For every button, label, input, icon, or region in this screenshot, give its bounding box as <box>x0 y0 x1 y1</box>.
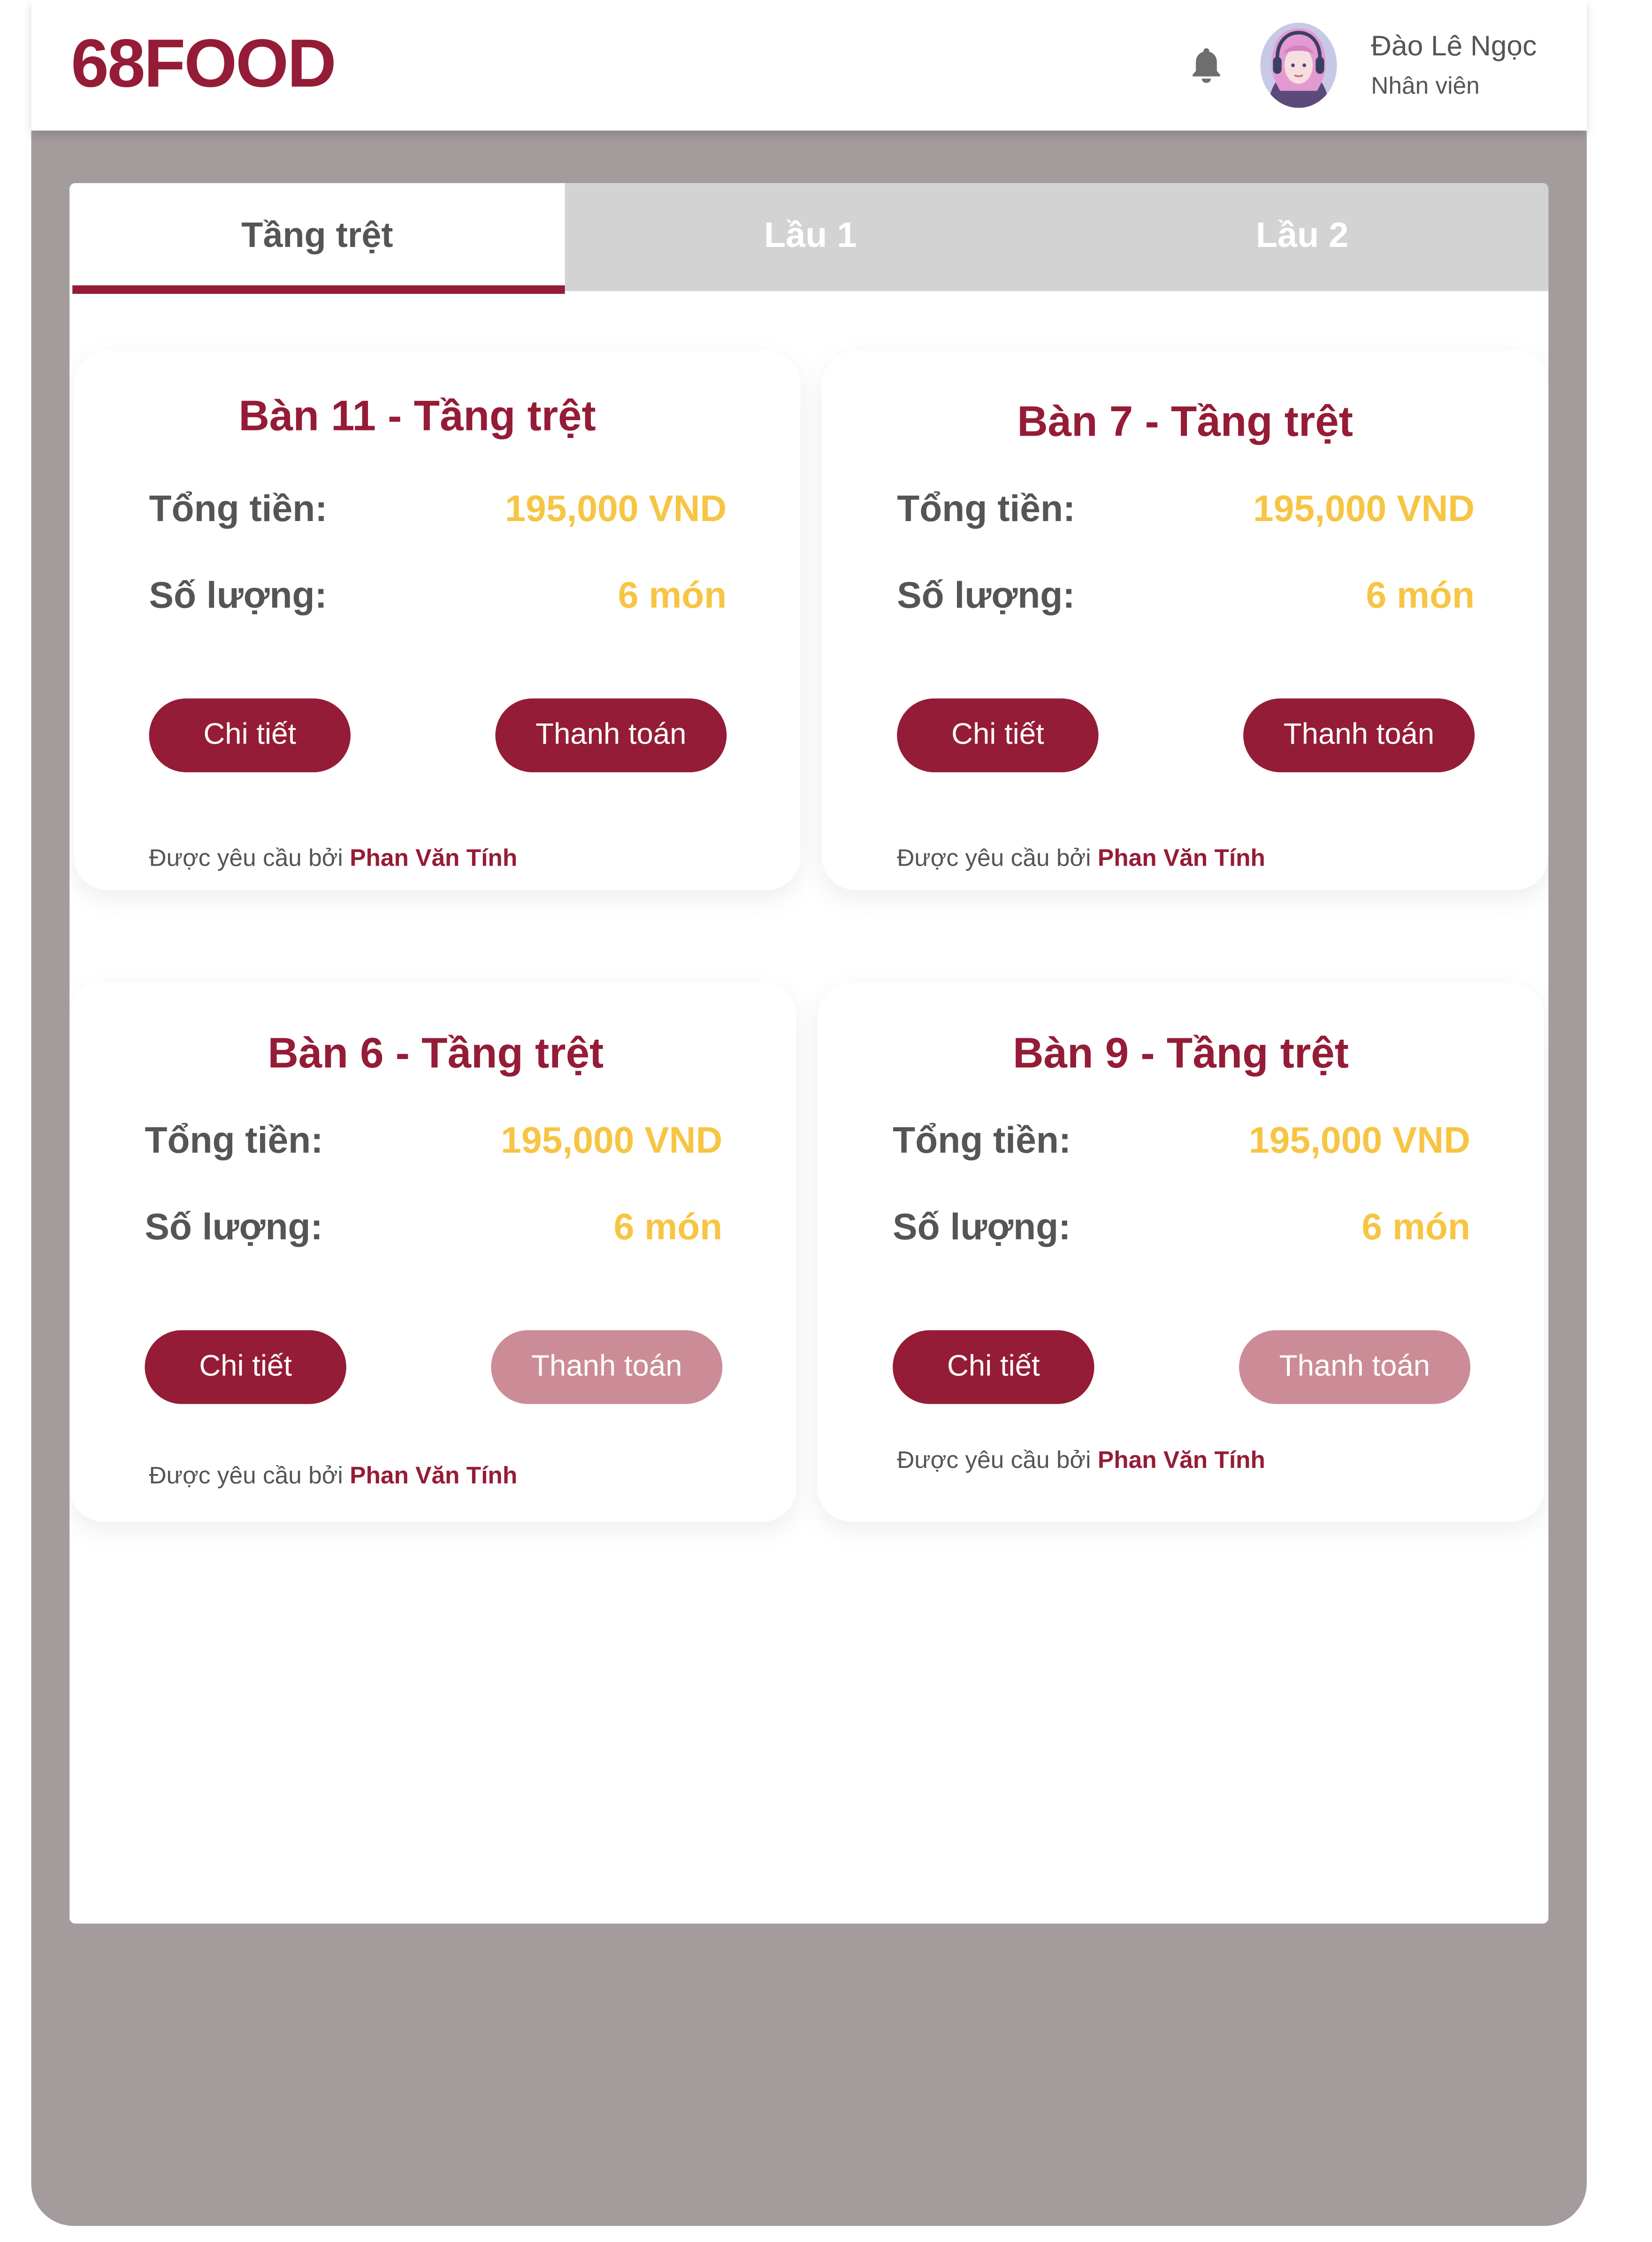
table-card: Bàn 7 - Tầng trệt Tổng tiền: 195,000 VND… <box>821 350 1549 891</box>
requested-prefix: Được yêu cầu bởi <box>149 1462 343 1490</box>
card-title: Bàn 6 - Tầng trệt <box>268 1030 604 1078</box>
requested-prefix: Được yêu cầu bởi <box>897 1446 1091 1474</box>
floor-tabs: Tầng trệt Lầu 1 Lầu 2 <box>69 183 1549 294</box>
quantity-label: Số lượng: <box>145 1205 323 1248</box>
card-title: Bàn 7 - Tầng trệt <box>1017 399 1354 446</box>
pay-button[interactable]: Thanh toán <box>1243 698 1475 773</box>
quantity-value: 6 món <box>1366 573 1475 616</box>
requested-by: Được yêu cầu bởi Phan Văn Tính <box>149 1462 518 1490</box>
pay-button[interactable]: Thanh toán <box>495 698 727 773</box>
quantity-value: 6 món <box>618 573 727 616</box>
requester-name: Phan Văn Tính <box>1097 845 1265 872</box>
requested-by: Được yêu cầu bởi Phan Văn Tính <box>897 1447 1265 1475</box>
detail-button[interactable]: Chi tiết <box>149 698 351 773</box>
top-header: 68FOOD Đào Lê Ngọc Nhân viên <box>31 0 1587 131</box>
app-root: 68FOOD Đào Lê Ngọc Nhân viên Tầng trệt L… <box>0 0 1652 2226</box>
requested-prefix: Được yêu cầu bởi <box>149 845 343 872</box>
total-label: Tổng tiền: <box>149 487 328 530</box>
requested-by: Được yêu cầu bởi Phan Văn Tính <box>149 845 518 873</box>
user-role: Nhân viên <box>1371 72 1480 100</box>
pay-button[interactable]: Thanh toán <box>491 1330 723 1404</box>
tab-floor-2[interactable]: Lầu 2 <box>1056 183 1548 291</box>
detail-button[interactable]: Chi tiết <box>897 698 1099 773</box>
requester-name: Phan Văn Tính <box>350 1462 518 1490</box>
total-value: 195,000 VND <box>505 487 727 530</box>
quantity-value: 6 món <box>613 1205 723 1248</box>
tab-floor-1[interactable]: Lầu 1 <box>565 183 1056 291</box>
table-card: Bàn 11 - Tầng trệt Tổng tiền: 195,000 VN… <box>74 350 801 891</box>
user-name: Đào Lê Ngọc <box>1371 31 1537 63</box>
detail-button[interactable]: Chi tiết <box>145 1330 346 1404</box>
quantity-value: 6 món <box>1361 1205 1470 1248</box>
requester-name: Phan Văn Tính <box>1097 1446 1265 1474</box>
total-value: 195,000 VND <box>1253 487 1475 530</box>
quantity-label: Số lượng: <box>897 573 1075 616</box>
quantity-label: Số lượng: <box>149 573 327 616</box>
requester-name: Phan Văn Tính <box>350 845 518 872</box>
card-title: Bàn 11 - Tầng trệt <box>238 393 596 440</box>
total-label: Tổng tiền: <box>145 1118 323 1161</box>
logo[interactable]: 68FOOD <box>71 25 337 103</box>
table-card: Bàn 9 - Tầng trệt Tổng tiền: 195,000 VND… <box>817 982 1545 1522</box>
total-label: Tổng tiền: <box>893 1118 1071 1161</box>
pay-button[interactable]: Thanh toán <box>1239 1330 1470 1404</box>
main-content: Tầng trệt Lầu 1 Lầu 2 Bàn 11 - Tầng trệt… <box>69 183 1549 1924</box>
total-value: 195,000 VND <box>1248 1118 1470 1161</box>
avatar[interactable] <box>1260 23 1337 108</box>
detail-button[interactable]: Chi tiết <box>893 1330 1094 1404</box>
requested-by: Được yêu cầu bởi Phan Văn Tính <box>897 845 1265 873</box>
total-label: Tổng tiền: <box>897 487 1076 530</box>
table-card: Bàn 6 - Tầng trệt Tổng tiền: 195,000 VND… <box>69 982 796 1522</box>
card-title: Bàn 9 - Tầng trệt <box>1013 1030 1349 1078</box>
quantity-label: Số lượng: <box>893 1205 1071 1248</box>
bell-icon[interactable] <box>1184 43 1229 88</box>
tab-ground-floor[interactable]: Tầng trệt <box>69 183 565 294</box>
total-value: 195,000 VND <box>501 1118 723 1161</box>
requested-prefix: Được yêu cầu bởi <box>897 845 1091 872</box>
